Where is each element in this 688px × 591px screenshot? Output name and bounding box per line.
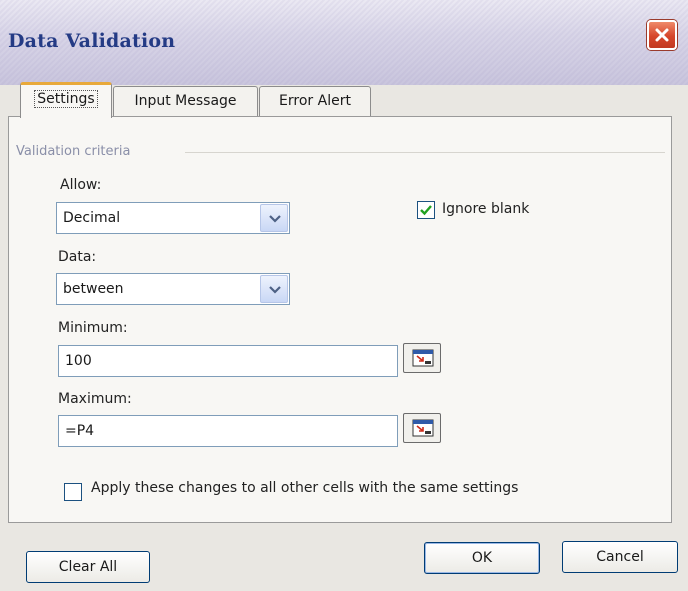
maximum-label: Maximum: [58, 391, 132, 407]
allow-dropdown-button[interactable] [260, 204, 288, 232]
cancel-button[interactable]: Cancel [562, 541, 678, 573]
maximum-collapse-button[interactable] [403, 413, 441, 443]
group-divider [185, 152, 665, 153]
tab-input-message[interactable]: Input Message [113, 86, 258, 116]
minimum-label: Minimum: [58, 320, 128, 336]
minimum-input[interactable]: 100 [58, 345, 398, 377]
tab-settings[interactable]: Settings [20, 82, 112, 118]
data-value: between [63, 281, 124, 297]
title-bar[interactable]: Data Validation [0, 0, 688, 85]
allow-value: Decimal [63, 210, 121, 226]
data-dropdown-button[interactable] [260, 275, 288, 303]
close-button[interactable] [647, 20, 677, 50]
group-title: Validation criteria [16, 144, 131, 159]
ok-button[interactable]: OK [424, 542, 540, 574]
data-select[interactable]: between [56, 273, 290, 305]
minimum-collapse-button[interactable] [403, 343, 441, 373]
maximum-input[interactable]: =P4 [58, 415, 398, 447]
data-label: Data: [58, 249, 97, 265]
apply-all-checkbox[interactable] [64, 483, 82, 501]
allow-select[interactable]: Decimal [56, 202, 290, 234]
allow-label: Allow: [60, 177, 102, 193]
tab-strip: Settings Input Message Error Alert [0, 80, 688, 118]
window-title: Data Validation [8, 30, 176, 52]
ignore-blank-label[interactable]: Ignore blank [442, 201, 529, 217]
ignore-blank-checkbox[interactable] [417, 201, 435, 219]
apply-all-label[interactable]: Apply these changes to all other cells w… [91, 480, 518, 496]
tab-error-alert[interactable]: Error Alert [259, 86, 371, 116]
clear-all-button[interactable]: Clear All [26, 551, 150, 583]
